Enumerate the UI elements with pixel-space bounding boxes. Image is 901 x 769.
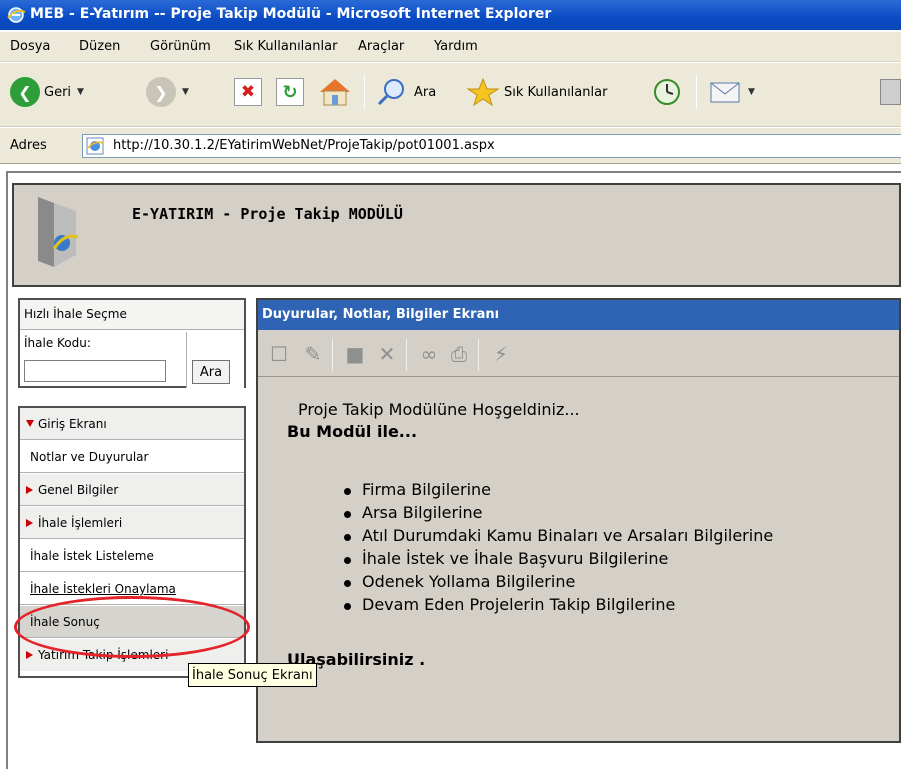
tender-code-label: İhale Kodu: [24, 336, 91, 350]
window-titlebar: MEB - E-Yatırım -- Proje Takip Modülü - … [0, 0, 901, 30]
sidebar-item-ihale-istek-listeleme[interactable]: İhale İstek Listeleme [20, 540, 244, 572]
chevron-down-icon[interactable]: ▼ [748, 87, 755, 97]
search-button[interactable]: Ara [192, 360, 230, 384]
mail-button[interactable]: ▼ [708, 77, 755, 107]
search-icon [377, 79, 404, 106]
find-binoculars-icon[interactable]: ∞ [418, 343, 440, 365]
page-icon [86, 137, 104, 155]
edit-icon[interactable]: ✎ [302, 343, 324, 365]
toolbar-separator [332, 339, 333, 371]
print-icon[interactable]: ⎙ [448, 343, 470, 365]
e-yatirim-logo [38, 197, 79, 267]
stop-icon: ✖ [234, 78, 262, 106]
quick-tender-panel: Hızlı İhale Seçme İhale Kodu: Ara [18, 298, 246, 388]
save-icon[interactable]: ■ [344, 343, 366, 365]
back-arrow-icon: ❮ [10, 77, 40, 107]
search-button[interactable]: Ara [376, 77, 436, 107]
history-icon [654, 79, 680, 105]
back-button[interactable]: ❮ Geri ▼ [10, 77, 84, 107]
welcome-text: Proje Takip Modülüne Hoşgeldiniz... [298, 400, 580, 419]
tooltip: İhale Sonuç Ekranı [188, 663, 317, 687]
app-title: E-YATIRIM - Proje Takip MODÜLÜ [132, 205, 403, 223]
sidebar-item-ihale-islemleri[interactable]: İhale İşlemleri [20, 507, 244, 539]
toolbar-separator [364, 75, 365, 109]
sidebar-item-notlar-duyurular[interactable]: Notlar ve Duyurular [20, 441, 244, 473]
panel-title: Duyurular, Notlar, Bilgiler Ekranı [262, 307, 500, 322]
chevron-down-icon[interactable]: ▼ [182, 87, 189, 97]
list-item: Firma Bilgilerine [344, 480, 773, 503]
module-intro: Bu Modül ile... [287, 422, 418, 441]
panel-header: Duyurular, Notlar, Bilgiler Ekranı [258, 300, 899, 330]
refresh-icon: ↻ [276, 78, 304, 106]
list-item: İhale İstek ve İhale Başvuru Bilgilerine [344, 549, 773, 572]
collapsed-triangle-icon [26, 486, 33, 494]
new-document-icon[interactable]: ☐ [268, 343, 290, 365]
print-button[interactable] [880, 77, 901, 107]
menu-araclar[interactable]: Araçlar [358, 39, 404, 54]
highlight-ellipse [14, 596, 250, 658]
address-url: http://10.30.1.2/EYatirimWebNet/ProjeTak… [113, 138, 495, 153]
internet-explorer-icon [7, 7, 26, 23]
collapsed-triangle-icon [26, 651, 33, 659]
sidebar-item-giris-ekrani[interactable]: Giriş Ekranı [20, 408, 244, 440]
feature-list: Firma Bilgilerine Arsa Bilgilerine Atıl … [344, 480, 773, 618]
list-item: Arsa Bilgilerine [344, 503, 773, 526]
print-icon [880, 79, 901, 105]
menu-dosya[interactable]: Dosya [10, 39, 50, 54]
toolbar-separator [696, 75, 697, 109]
stop-button[interactable]: ✖ [234, 77, 262, 107]
refresh-button[interactable]: ↻ [276, 77, 304, 107]
address-label: Adres [10, 138, 47, 153]
collapsed-triangle-icon [26, 519, 33, 527]
star-icon [466, 77, 500, 107]
panel-body: Proje Takip Modülüne Hoşgeldiniz... Bu M… [258, 378, 899, 741]
list-item: Atıl Durumdaki Kamu Binaları ve Arsaları… [344, 526, 773, 549]
chevron-down-icon[interactable]: ▼ [77, 87, 84, 97]
forward-button[interactable]: ❯ ▼ [146, 77, 189, 107]
list-item: Odenek Yollama Bilgilerine [344, 572, 773, 595]
history-button[interactable] [650, 77, 684, 107]
favorites-button[interactable]: Sık Kullanılanlar [466, 77, 607, 107]
toolbar-separator [406, 339, 407, 371]
address-bar: Adres http://10.30.1.2/EYatirimWebNet/Pr… [0, 128, 901, 164]
sidebar-item-genel-bilgiler[interactable]: Genel Bilgiler [20, 474, 244, 506]
mail-icon [710, 82, 740, 103]
menu-favorites[interactable]: Sık Kullanılanlar [234, 39, 337, 54]
menu-gorunum[interactable]: Görünüm [150, 39, 211, 54]
quick-tender-title: Hızlı İhale Seçme [24, 307, 127, 321]
toolbar-separator [478, 339, 479, 371]
panel-toolbar: ☐ ✎ ■ ✕ ∞ ⎙ ⚡ [258, 331, 899, 377]
browser-toolbar: ❮ Geri ▼ ❯ ▼ ✖ ↻ Ara Sık Kullanılanlar ▼ [0, 63, 901, 127]
announcements-panel: Duyurular, Notlar, Bilgiler Ekranı ☐ ✎ ■… [256, 298, 901, 743]
menu-bar: Dosya Düzen Görünüm Sık Kullanılanlar Ar… [0, 32, 901, 62]
menu-duzen[interactable]: Düzen [79, 39, 120, 54]
home-icon [320, 79, 350, 106]
menu-yardim[interactable]: Yardım [434, 39, 478, 54]
expanded-triangle-icon [26, 420, 34, 427]
address-input[interactable]: http://10.30.1.2/EYatirimWebNet/ProjeTak… [82, 134, 901, 158]
list-item: Devam Eden Projelerin Takip Bilgilerine [344, 595, 773, 618]
home-button[interactable] [318, 77, 352, 107]
app-header: E-YATIRIM - Proje Takip MODÜLÜ [12, 183, 901, 287]
forward-arrow-icon: ❯ [146, 77, 176, 107]
delete-icon[interactable]: ✕ [376, 343, 398, 365]
window-title: MEB - E-Yatırım -- Proje Takip Modülü - … [30, 6, 552, 22]
lightning-icon[interactable]: ⚡ [490, 343, 512, 365]
tender-code-input[interactable] [24, 360, 166, 382]
